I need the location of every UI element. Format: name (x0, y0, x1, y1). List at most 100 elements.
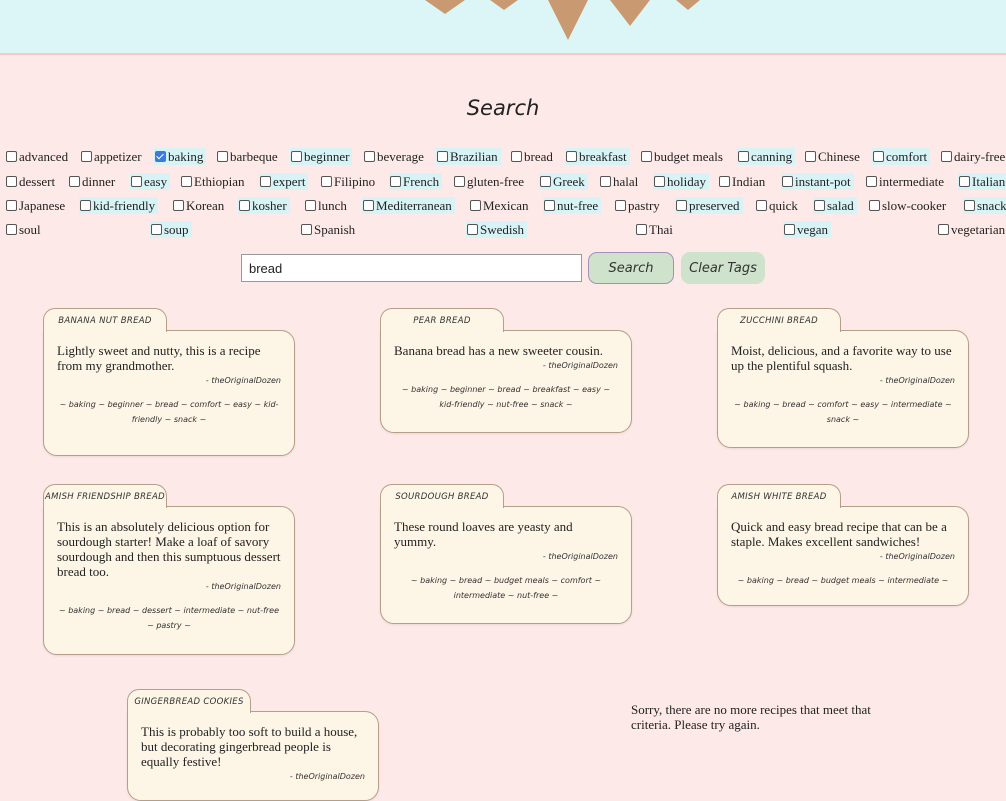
checkbox[interactable] (676, 200, 687, 211)
tag-baking[interactable]: baking (154, 148, 207, 165)
tag-budget-meals[interactable]: budget meals (640, 148, 726, 165)
checkbox[interactable] (454, 176, 465, 187)
checkbox[interactable] (544, 200, 555, 211)
tag-ethiopian[interactable]: Ethiopian (180, 173, 248, 190)
tag-pastry[interactable]: pastry (614, 197, 663, 214)
tag-mexican[interactable]: Mexican (469, 197, 531, 214)
checkbox[interactable] (600, 176, 611, 187)
checkbox[interactable] (615, 200, 626, 211)
tag-holiday[interactable]: holiday (653, 173, 709, 190)
checkbox[interactable] (814, 200, 825, 211)
search-button[interactable]: Search (588, 252, 674, 284)
tag-intermediate[interactable]: intermediate (865, 173, 947, 190)
tag-spanish[interactable]: Spanish (300, 221, 358, 238)
checkbox[interactable] (181, 176, 192, 187)
tag-canning[interactable]: canning (737, 148, 796, 165)
checkbox[interactable] (363, 200, 374, 211)
checkbox[interactable] (470, 200, 481, 211)
tag-halal[interactable]: halal (599, 173, 641, 190)
tag-beginner[interactable]: beginner (290, 148, 353, 165)
tag-italian[interactable]: Italian (958, 173, 1006, 190)
tag-thai[interactable]: Thai (635, 221, 676, 238)
tag-soup[interactable]: soup (150, 221, 192, 238)
checkbox[interactable] (260, 176, 271, 187)
checkbox[interactable] (305, 200, 316, 211)
clear-tags-button[interactable]: Clear Tags (681, 252, 765, 284)
checkbox[interactable] (364, 151, 375, 162)
checkbox[interactable] (69, 176, 80, 187)
checkbox[interactable] (217, 151, 228, 162)
checkbox[interactable] (719, 176, 730, 187)
tag-french[interactable]: French (389, 173, 443, 190)
checkbox[interactable] (782, 176, 793, 187)
search-input[interactable] (241, 254, 582, 282)
checkbox[interactable] (239, 200, 250, 211)
tag-japanese[interactable]: Japanese (5, 197, 68, 214)
checkbox[interactable] (540, 176, 551, 187)
checkbox[interactable] (6, 224, 17, 235)
tag-breakfast[interactable]: breakfast (565, 148, 630, 165)
checkbox[interactable] (566, 151, 577, 162)
tag-nut-free[interactable]: nut-free (543, 197, 602, 214)
checkbox[interactable] (155, 151, 166, 162)
tag-easy[interactable]: easy (130, 173, 171, 190)
checkbox[interactable] (467, 224, 478, 235)
checkbox[interactable] (81, 151, 92, 162)
tag-expert[interactable]: expert (259, 173, 309, 190)
tag-comfort[interactable]: comfort (872, 148, 931, 165)
checkbox[interactable] (437, 151, 448, 162)
checkbox[interactable] (873, 151, 884, 162)
checkbox[interactable] (291, 151, 302, 162)
checkbox[interactable] (805, 151, 816, 162)
tag-advanced[interactable]: advanced (5, 148, 71, 165)
tag-slow-cooker[interactable]: slow-cooker (868, 197, 949, 214)
checkbox[interactable] (636, 224, 647, 235)
tag-appetizer[interactable]: appetizer (80, 148, 145, 165)
tag-kid-friendly[interactable]: kid-friendly (79, 197, 159, 214)
checkbox[interactable] (301, 224, 312, 235)
checkbox[interactable] (511, 151, 522, 162)
tag-lunch[interactable]: lunch (304, 197, 350, 214)
checkbox[interactable] (80, 200, 91, 211)
checkbox[interactable] (641, 151, 652, 162)
tag-brazilian[interactable]: Brazilian (436, 148, 501, 165)
checkbox[interactable] (173, 200, 184, 211)
checkbox[interactable] (151, 224, 162, 235)
tag-instant-pot[interactable]: instant-pot (781, 173, 854, 190)
tag-kosher[interactable]: kosher (238, 197, 290, 214)
checkbox[interactable] (6, 151, 17, 162)
tag-dairy-free[interactable]: dairy-free (940, 148, 1006, 165)
checkbox[interactable] (938, 224, 949, 235)
tag-beverage[interactable]: beverage (363, 148, 427, 165)
tag-swedish[interactable]: Swedish (466, 221, 528, 238)
tag-snack[interactable]: snack (963, 197, 1006, 214)
checkbox[interactable] (654, 176, 665, 187)
tag-korean[interactable]: Korean (172, 197, 227, 214)
tag-mediterranean[interactable]: Mediterranean (362, 197, 455, 214)
tag-salad[interactable]: salad (813, 197, 857, 214)
tag-vegetarian[interactable]: vegetarian (937, 221, 1006, 238)
checkbox[interactable] (866, 176, 877, 187)
tag-quick[interactable]: quick (755, 197, 801, 214)
checkbox[interactable] (756, 200, 767, 211)
tag-gluten-free[interactable]: gluten-free (453, 173, 527, 190)
checkbox[interactable] (738, 151, 749, 162)
tag-greek[interactable]: Greek (539, 173, 588, 190)
checkbox[interactable] (6, 200, 17, 211)
checkbox[interactable] (321, 176, 332, 187)
tag-dessert[interactable]: dessert (5, 173, 58, 190)
tag-soul[interactable]: soul (5, 221, 44, 238)
tag-barbeque[interactable]: barbeque (216, 148, 281, 165)
tag-filipino[interactable]: Filipino (320, 173, 378, 190)
checkbox[interactable] (869, 200, 880, 211)
checkbox[interactable] (390, 176, 401, 187)
checkbox[interactable] (941, 151, 952, 162)
tag-preserved[interactable]: preserved (675, 197, 743, 214)
checkbox[interactable] (131, 176, 142, 187)
checkbox[interactable] (784, 224, 795, 235)
tag-indian[interactable]: Indian (718, 173, 768, 190)
checkbox[interactable] (959, 176, 970, 187)
checkbox[interactable] (964, 200, 975, 211)
checkbox[interactable] (6, 176, 17, 187)
tag-bread[interactable]: bread (510, 148, 556, 165)
